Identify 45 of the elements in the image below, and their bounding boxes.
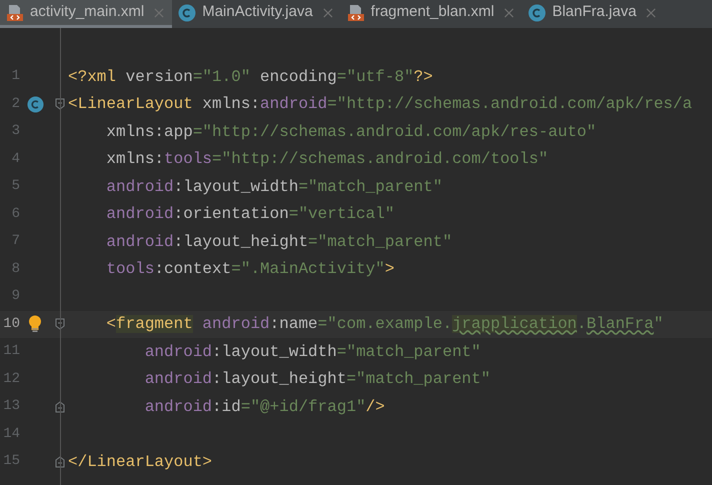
close-icon[interactable] xyxy=(646,8,656,18)
line-number: 5 xyxy=(12,177,20,196)
close-icon[interactable] xyxy=(322,8,333,18)
tab-label: fragment_blan.xml xyxy=(370,2,494,22)
line-number: 4 xyxy=(12,150,20,169)
class-icon xyxy=(26,96,44,113)
code-line: android:layout_width="match_parent" xyxy=(144,342,481,363)
code-line: android:layout_width="match_parent" xyxy=(105,176,442,198)
line-number: 15 xyxy=(3,452,20,472)
xml-file-icon xyxy=(6,4,24,22)
code-line: xmlns:tools="http://schemas.android.com/tools" xyxy=(105,149,548,170)
line-number: 2 xyxy=(12,94,20,114)
xml-file-icon xyxy=(346,4,365,22)
code-line: android:orientation="vertical" xyxy=(105,204,394,226)
line-number: 6 xyxy=(12,204,20,224)
code-line: tools:context=".MainActivity"> xyxy=(105,259,394,280)
code-line: <LinearLayout xmlns:android="http://schemas.android.com/apk/res/a xyxy=(68,94,692,116)
code-line: <fragment android:name="com.example.jrapplication.BlanFra" xyxy=(105,314,664,336)
code-line: xmlns:app="http://schemas.android.com/apk/res-auto" xyxy=(105,122,596,143)
line-number: 3 xyxy=(12,122,20,142)
close-icon[interactable] xyxy=(504,8,514,18)
line-number: 13 xyxy=(3,397,20,416)
class-icon xyxy=(178,4,196,22)
editor-tab[interactable]: activity_main.xml xyxy=(0,0,172,28)
line-number: 8 xyxy=(12,260,20,279)
line-number: 9 xyxy=(12,287,20,306)
tab-label: MainActivity.java xyxy=(202,2,313,22)
editor-tab[interactable]: fragment_blan.xml xyxy=(340,0,522,28)
editor-tab[interactable]: BlanFra.java xyxy=(522,0,664,28)
code-line: <?xml version="1.0" encoding="utf-8"?> xyxy=(68,66,433,88)
code-line: android:id="@+id/frag1"/> xyxy=(144,396,385,418)
tab-label: activity_main.xml xyxy=(30,2,144,22)
code-line: android:layout_height="match_parent" xyxy=(144,369,490,390)
line-number: 10 xyxy=(3,314,20,334)
code-line: android:layout_height="match_parent" xyxy=(105,232,452,253)
class-icon xyxy=(528,4,546,22)
lightbulb-icon[interactable] xyxy=(28,315,42,334)
tab-label: BlanFra.java xyxy=(552,2,636,22)
editor-tab[interactable]: MainActivity.java xyxy=(172,0,341,28)
line-number: 14 xyxy=(3,424,20,444)
code-line: </LinearLayout> xyxy=(68,452,212,473)
line-number: 12 xyxy=(3,370,20,389)
line-number: 7 xyxy=(12,232,20,252)
line-number: 1 xyxy=(12,67,20,86)
line-number: 11 xyxy=(3,342,20,362)
